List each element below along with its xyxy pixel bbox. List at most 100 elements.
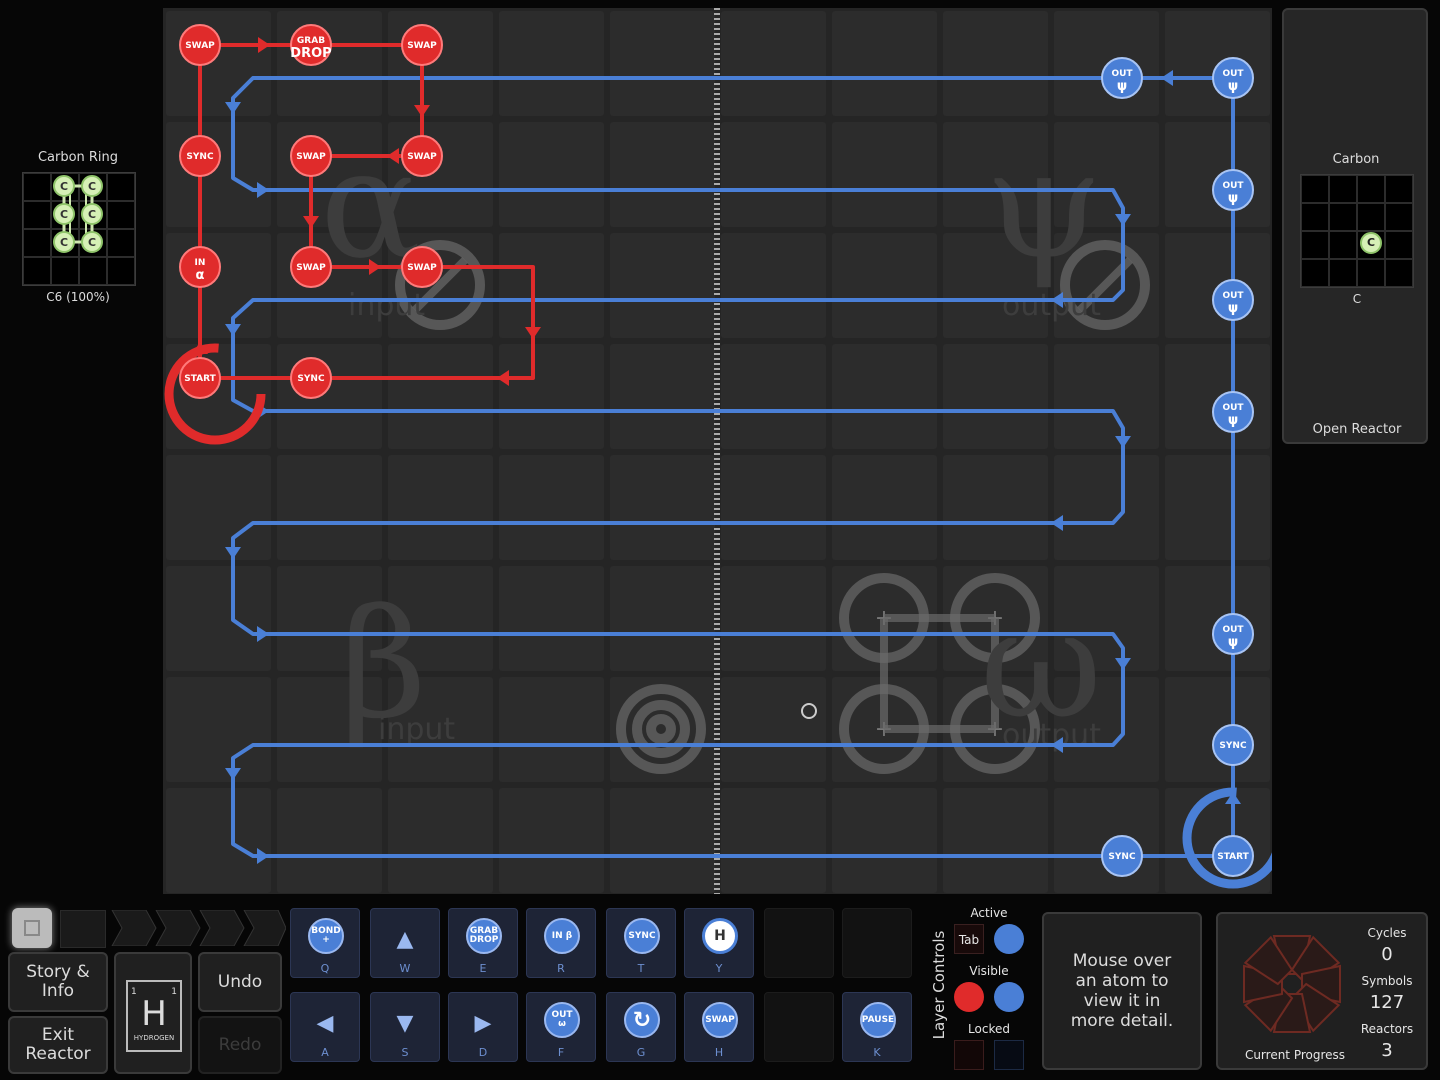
grid-cell[interactable] bbox=[499, 233, 604, 338]
tool-arrow-up-button[interactable]: ▲ W bbox=[370, 908, 440, 978]
grid-cell[interactable] bbox=[832, 344, 937, 449]
grid-cell[interactable] bbox=[166, 344, 271, 449]
grid-cell[interactable] bbox=[499, 122, 604, 227]
grid-cell[interactable] bbox=[166, 455, 271, 560]
output-molecule-grid[interactable] bbox=[1300, 174, 1414, 288]
pause-run-button[interactable] bbox=[60, 910, 106, 948]
speed-chevrons[interactable] bbox=[106, 910, 286, 946]
tool-rotate-button[interactable]: ↻ G bbox=[606, 992, 676, 1062]
grid-cell[interactable] bbox=[277, 344, 382, 449]
empty-tool-slot bbox=[764, 992, 834, 1062]
tool-arrow-down-button[interactable]: ▼ S bbox=[370, 992, 440, 1062]
element-selector[interactable]: 1 1 H HYDROGEN bbox=[114, 952, 192, 1074]
grid-cell[interactable] bbox=[499, 344, 604, 449]
grid-cell[interactable] bbox=[166, 788, 271, 893]
tab-toggle[interactable]: Tab bbox=[954, 924, 984, 954]
undo-button[interactable]: Undo bbox=[198, 952, 282, 1012]
grid-cell[interactable] bbox=[610, 455, 715, 560]
grid-cell[interactable] bbox=[166, 677, 271, 782]
tool-bond-plus-button[interactable]: BOND + Q bbox=[290, 908, 360, 978]
tool-grab-drop-button[interactable]: GRAB DROP E bbox=[448, 908, 518, 978]
grid-cell[interactable] bbox=[166, 122, 271, 227]
grid-cell[interactable] bbox=[832, 455, 937, 560]
grid-cell[interactable] bbox=[832, 11, 937, 116]
sense-h-icon: H bbox=[702, 918, 738, 954]
visible-red-toggle[interactable] bbox=[954, 982, 984, 1012]
tool-hotkey: Q bbox=[320, 962, 330, 975]
grid-cell[interactable] bbox=[721, 233, 826, 338]
grid-cell[interactable] bbox=[388, 344, 493, 449]
grid-cell[interactable] bbox=[943, 344, 1048, 449]
grid-cell[interactable] bbox=[610, 788, 715, 893]
grid-cell[interactable] bbox=[499, 566, 604, 671]
grid-cell[interactable] bbox=[499, 11, 604, 116]
grid-cell[interactable] bbox=[610, 233, 715, 338]
tool-swap-button[interactable]: SWAP H bbox=[684, 992, 754, 1062]
redo-button[interactable]: Redo bbox=[198, 1016, 282, 1074]
tool-pause-button[interactable]: PAUSE K bbox=[842, 992, 912, 1062]
story-info-button[interactable]: Story & Info bbox=[8, 952, 108, 1012]
tool-out-omega-button[interactable]: OUT ω F bbox=[526, 992, 596, 1062]
grid-cell[interactable] bbox=[610, 11, 715, 116]
cycles-value: 0 bbox=[1381, 944, 1393, 965]
grid-cell[interactable] bbox=[499, 677, 604, 782]
grid-cell[interactable] bbox=[1054, 788, 1159, 893]
grid-cell[interactable] bbox=[721, 344, 826, 449]
tool-in-beta-button[interactable]: IN β R bbox=[526, 908, 596, 978]
grid-cell[interactable] bbox=[832, 122, 937, 227]
grid-cell[interactable] bbox=[1165, 233, 1270, 338]
visible-blue-toggle[interactable] bbox=[994, 982, 1024, 1012]
locked-red-toggle[interactable] bbox=[954, 1040, 984, 1070]
grid-cell[interactable] bbox=[1165, 455, 1270, 560]
grid-cell[interactable] bbox=[832, 233, 937, 338]
active-blue-layer[interactable] bbox=[994, 924, 1024, 954]
grid-cell[interactable] bbox=[943, 11, 1048, 116]
grid-cell[interactable] bbox=[610, 122, 715, 227]
tool-sync-button[interactable]: SYNC T bbox=[606, 908, 676, 978]
grid-cell[interactable] bbox=[1054, 11, 1159, 116]
grid-cell[interactable] bbox=[832, 788, 937, 893]
grid-cell[interactable] bbox=[499, 788, 604, 893]
grid-cell[interactable] bbox=[499, 455, 604, 560]
grid-cell[interactable] bbox=[1054, 455, 1159, 560]
grid-cell[interactable] bbox=[610, 344, 715, 449]
grid-cell[interactable] bbox=[388, 11, 493, 116]
locked-blue-toggle[interactable] bbox=[994, 1040, 1024, 1070]
grid-cell[interactable] bbox=[277, 788, 382, 893]
grid-cell[interactable] bbox=[721, 455, 826, 560]
grid-cell[interactable] bbox=[1165, 788, 1270, 893]
carbon-atom-label: C bbox=[88, 236, 96, 249]
grid-cell[interactable] bbox=[721, 677, 826, 782]
tool-arrow-right-button[interactable]: ▶ D bbox=[448, 992, 518, 1062]
grid-cell[interactable] bbox=[721, 788, 826, 893]
grid-cell[interactable] bbox=[1165, 677, 1270, 782]
grab-drop-icon: GRAB DROP bbox=[466, 918, 502, 954]
tool-sense-h-button[interactable]: HY bbox=[684, 908, 754, 978]
layer-controls: Layer Controls Active Tab Visible Locked bbox=[926, 906, 1034, 1074]
grid-cell[interactable] bbox=[943, 788, 1048, 893]
grid-cell[interactable] bbox=[1165, 122, 1270, 227]
grid-cell[interactable] bbox=[388, 788, 493, 893]
grid-cell[interactable] bbox=[166, 566, 271, 671]
stop-button[interactable] bbox=[12, 908, 52, 948]
grid-cell[interactable] bbox=[277, 455, 382, 560]
grid-cell[interactable] bbox=[1165, 11, 1270, 116]
grid-cell[interactable] bbox=[277, 11, 382, 116]
grid-cell[interactable] bbox=[388, 455, 493, 560]
tool-arrow-left-button[interactable]: ◀ A bbox=[290, 992, 360, 1062]
grid-cell[interactable] bbox=[166, 233, 271, 338]
grid-cell[interactable] bbox=[721, 566, 826, 671]
grid-cell[interactable] bbox=[1165, 344, 1270, 449]
run-controls bbox=[8, 906, 286, 950]
grid-cell[interactable] bbox=[721, 11, 826, 116]
grid-cell[interactable] bbox=[1054, 344, 1159, 449]
grid-cell[interactable] bbox=[721, 122, 826, 227]
grid-cell[interactable] bbox=[943, 455, 1048, 560]
grid-cell[interactable] bbox=[610, 566, 715, 671]
arrow-up-icon: ▲ bbox=[396, 927, 414, 952]
grid-cell[interactable] bbox=[1165, 566, 1270, 671]
exit-reactor-button[interactable]: Exit Reactor bbox=[8, 1016, 108, 1074]
grid-cell[interactable] bbox=[166, 11, 271, 116]
reactors-label: Reactors bbox=[1360, 1022, 1414, 1036]
reactors-value: 3 bbox=[1381, 1040, 1393, 1061]
